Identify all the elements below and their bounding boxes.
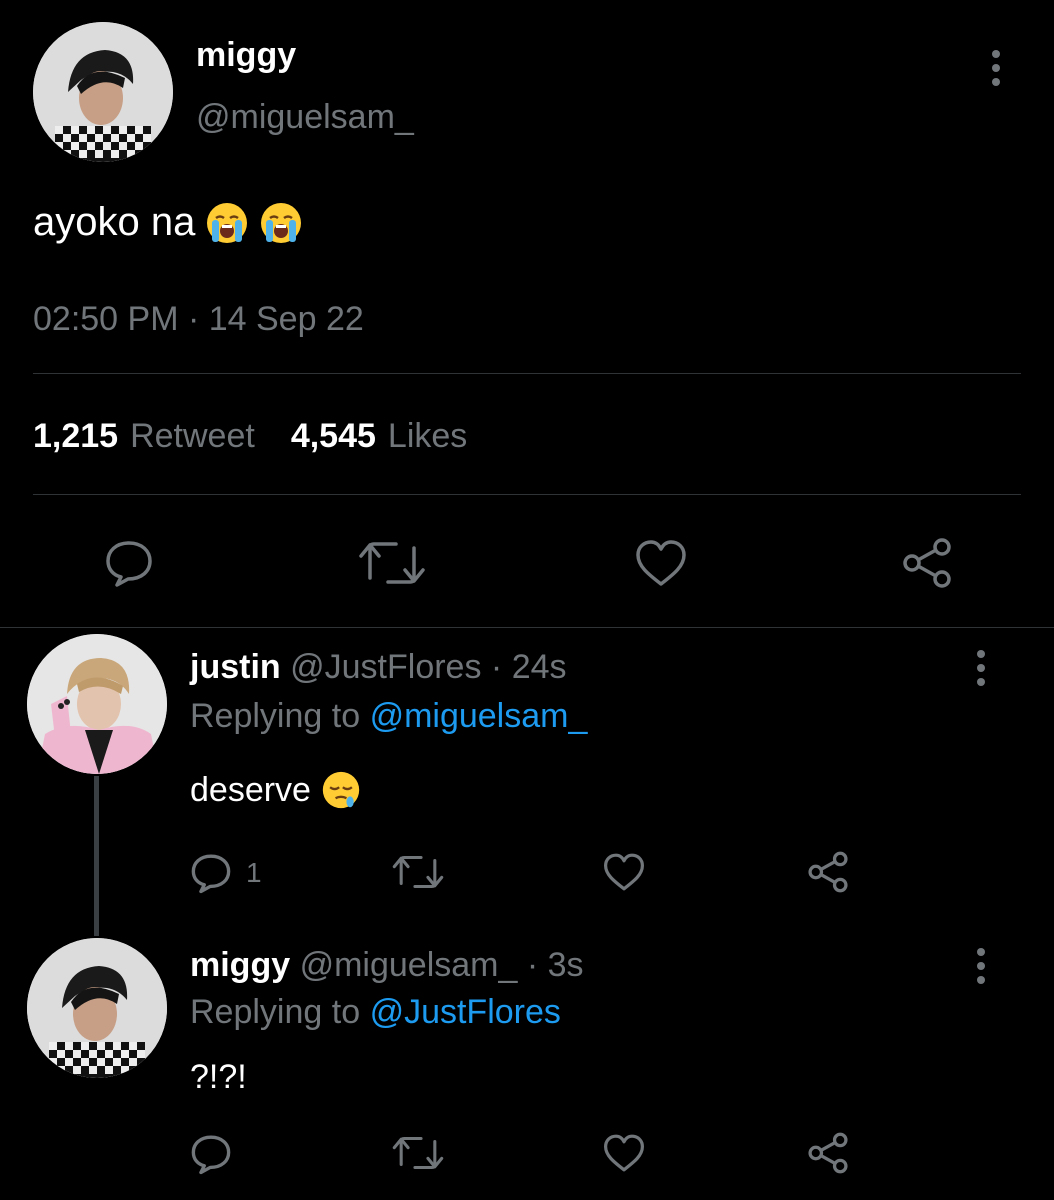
heart-icon[interactable] xyxy=(602,1133,646,1173)
tweet-stats: 1,215 Retweet 4,545 Likes xyxy=(33,417,467,456)
likes-count[interactable]: 4,545 xyxy=(291,417,376,456)
replying-to-label: Replying to xyxy=(190,993,361,1031)
tweet-text-content: ayoko na xyxy=(33,200,196,244)
reply-icon[interactable] xyxy=(190,852,232,894)
user-handle[interactable]: @miguelsam_ xyxy=(300,946,518,984)
loudly-crying-face-icon xyxy=(205,201,249,245)
display-name[interactable]: justin xyxy=(190,648,281,686)
reply-text: deserve xyxy=(190,770,361,810)
avatar[interactable] xyxy=(27,938,167,1078)
reply-header: miggy @miguelsam_ · 3s xyxy=(190,946,584,985)
divider xyxy=(33,373,1021,374)
retweet-icon[interactable] xyxy=(358,538,426,588)
avatar[interactable] xyxy=(27,634,167,774)
more-vertical-icon[interactable] xyxy=(975,948,987,984)
reply-count: 1 xyxy=(246,857,262,888)
retweet-label[interactable]: Retweet xyxy=(130,417,255,456)
more-vertical-icon[interactable] xyxy=(990,50,1002,86)
mention-link[interactable]: @miguelsam_ xyxy=(370,697,588,735)
section-divider xyxy=(0,627,1054,628)
avatar[interactable] xyxy=(33,22,173,162)
display-name[interactable]: miggy xyxy=(196,36,296,75)
sleepy-face-icon xyxy=(321,770,361,810)
replying-to: Replying to @miguelsam_ xyxy=(190,697,587,736)
reply-text-content: ?!?! xyxy=(190,1058,247,1096)
share-icon[interactable] xyxy=(806,850,850,894)
tweet-timestamp[interactable]: 02:50 PM · 14 Sep 22 xyxy=(33,300,364,339)
likes-label[interactable]: Likes xyxy=(388,417,467,456)
reply-icon[interactable] xyxy=(104,538,154,588)
thread-connector xyxy=(94,776,99,936)
reply-time[interactable]: 3s xyxy=(548,946,584,984)
heart-icon[interactable] xyxy=(602,852,646,892)
user-handle[interactable]: @JustFlores xyxy=(290,648,481,686)
heart-icon[interactable] xyxy=(634,538,688,588)
retweet-icon[interactable] xyxy=(392,852,444,892)
mention-link[interactable]: @JustFlores xyxy=(370,993,561,1031)
meta-separator: · xyxy=(490,648,503,686)
reply-icon[interactable] xyxy=(190,1133,232,1175)
divider xyxy=(33,494,1021,495)
reply-header: justin @JustFlores · 24s xyxy=(190,648,567,687)
reply-text-content: deserve xyxy=(190,770,311,809)
user-handle[interactable]: @miguelsam_ xyxy=(196,98,414,137)
replying-to-label: Replying to xyxy=(190,697,361,735)
reply-time[interactable]: 24s xyxy=(512,648,567,686)
retweet-icon[interactable] xyxy=(392,1133,444,1173)
share-icon[interactable] xyxy=(900,536,954,590)
share-icon[interactable] xyxy=(806,1131,850,1175)
main-tweet: miggy @miguelsam_ ayoko na 02:50 PM · 14… xyxy=(0,0,1054,628)
loudly-crying-face-icon xyxy=(259,201,303,245)
reply-text: ?!?! xyxy=(190,1058,247,1097)
display-name[interactable]: miggy xyxy=(190,946,290,984)
replying-to: Replying to @JustFlores xyxy=(190,993,561,1032)
more-vertical-icon[interactable] xyxy=(975,650,987,686)
retweet-count[interactable]: 1,215 xyxy=(33,417,118,456)
tweet-thread-page: miggy @miguelsam_ ayoko na 02:50 PM · 14… xyxy=(0,0,1054,1200)
tweet-text: ayoko na xyxy=(33,200,303,245)
meta-separator: · xyxy=(526,946,539,984)
